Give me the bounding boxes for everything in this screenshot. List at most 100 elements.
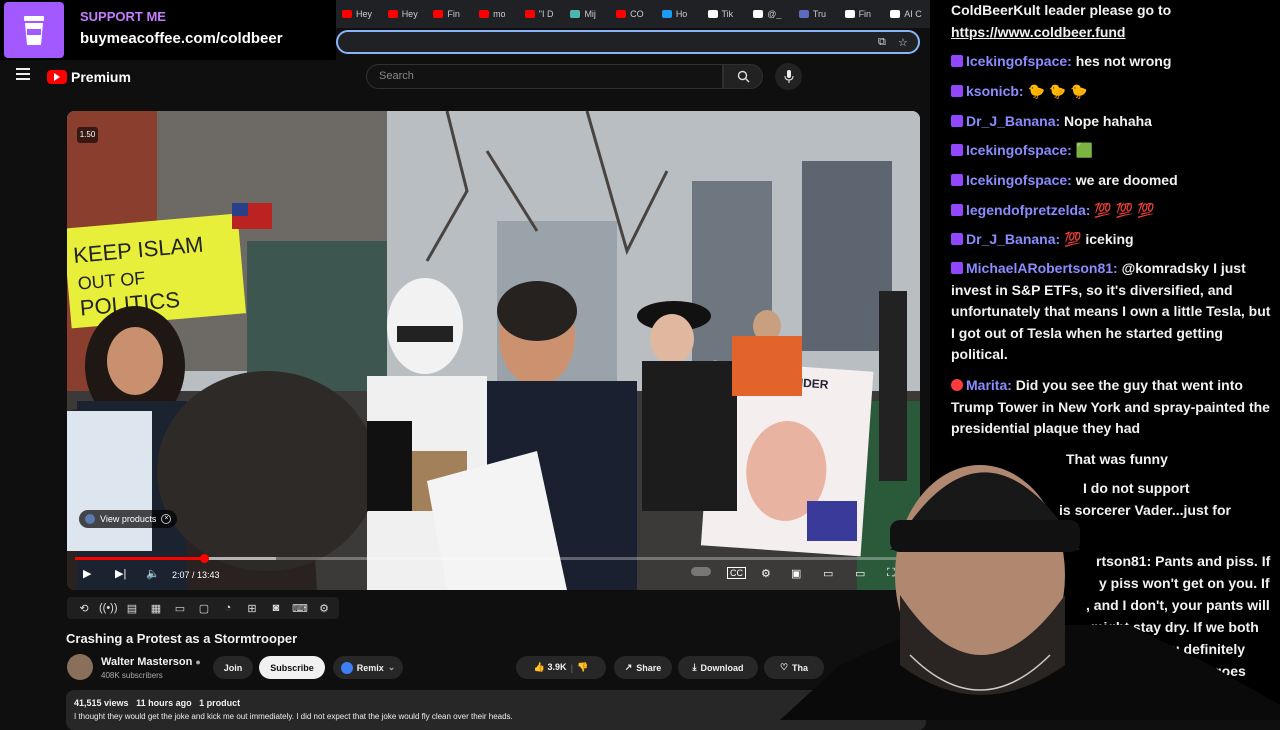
twitch-icon [951, 115, 963, 127]
tab-label: Hey [356, 9, 373, 19]
voice-search-button[interactable] [775, 63, 802, 90]
captions-icon[interactable]: CC [727, 567, 746, 579]
frame-icon[interactable]: ▭ [171, 602, 189, 615]
volume-icon[interactable]: 🔈 [146, 567, 160, 580]
chat-text: Nope hahaha [1064, 113, 1152, 129]
twitch-icon [951, 85, 963, 97]
logo-text: Premium [71, 69, 131, 85]
chat-message: ColdBeerKult leader please go to [951, 0, 1273, 22]
tab-label: "I D [538, 9, 554, 19]
twitch-icon [951, 144, 963, 156]
chat-text: we are doomed [1075, 172, 1178, 188]
subscribe-button[interactable]: Subscribe [259, 656, 325, 679]
chat-message: MichaelARobertson81: @komradsky I just i… [951, 258, 1273, 366]
calendar-icon[interactable]: ▦ [147, 602, 165, 615]
chat-text: 💯 💯 💯 [1094, 202, 1155, 218]
chat-link[interactable]: https://www.coldbeer.fund [951, 24, 1125, 40]
dislike-icon[interactable]: 👎 [577, 662, 588, 673]
browser-tab[interactable]: Tik [707, 9, 748, 19]
view-products-button[interactable]: View products × [79, 510, 178, 528]
video-title: Crashing a Protest as a Stormtrooper [66, 631, 298, 646]
chat-username: Dr_J_Banana: [966, 113, 1065, 129]
browser-tab[interactable]: Hey [342, 9, 382, 19]
twitch-icon [951, 174, 963, 186]
browser-tab[interactable]: mo [479, 9, 519, 19]
download-label: Download [700, 662, 744, 673]
browser-tab[interactable]: AI C [890, 9, 930, 19]
like-button[interactable]: 👍 3.9K [534, 662, 567, 673]
browser-tab[interactable]: Mij [570, 9, 610, 19]
chat-message: Dr_J_Banana: 💯 iceking [951, 229, 1273, 251]
scrubber-handle[interactable] [199, 554, 209, 563]
camera-icon[interactable]: ◙ [267, 602, 285, 614]
tab-favicon-icon [570, 10, 581, 18]
browser-tab[interactable]: Fin [433, 9, 473, 19]
bookmark-star-icon[interactable]: ☆ [898, 36, 908, 49]
channel-name[interactable]: Walter Masterson ● [101, 656, 201, 668]
like-count: 3.9K [547, 662, 567, 672]
browser-tab[interactable]: CO [616, 9, 656, 19]
tab-label: CO [630, 9, 644, 19]
youtube-premium-logo[interactable]: Premium [47, 69, 131, 85]
settings-gear-icon[interactable]: ⚙ [761, 567, 771, 580]
join-button[interactable]: Join [213, 656, 253, 679]
share-button[interactable]: ↗ Share [614, 656, 672, 679]
chat-text: 🐤 🐤 🐤 [1027, 83, 1088, 99]
search-button[interactable] [723, 64, 763, 89]
clip-icon[interactable]: ▢ [195, 602, 213, 615]
tab-label: AI C [904, 9, 922, 19]
loop-icon[interactable]: ⟲ [75, 602, 93, 615]
tab-label: mo [493, 9, 506, 19]
tab-label: Tru [812, 9, 827, 19]
chat-username: Icekingofspace: [966, 172, 1076, 188]
chat-username: ksonicb: [966, 83, 1028, 99]
chat-username: Marita: [966, 377, 1016, 393]
coffee-cup-icon [4, 2, 64, 58]
tab-label: Fin [447, 9, 460, 19]
browser-tab[interactable]: "I D [524, 9, 565, 19]
tab-favicon-icon [753, 10, 764, 18]
chat-text: hes not wrong [1075, 53, 1172, 69]
browser-tab[interactable]: Tru [798, 9, 839, 19]
autoplay-toggle[interactable] [691, 567, 711, 579]
menu-icon[interactable] [16, 68, 30, 82]
browser-tab[interactable]: Ho [661, 9, 702, 19]
keyboard-icon[interactable]: ⌨ [291, 602, 309, 615]
twitch-icon [951, 262, 963, 274]
settings-icon[interactable]: ⚙ [315, 602, 333, 615]
remix-button[interactable]: Remix ⌄ [333, 656, 403, 679]
product-count: 1 product [199, 698, 241, 708]
browser-tab[interactable]: Hey [387, 9, 428, 19]
chat-message: Icekingofspace: we are doomed [951, 170, 1273, 192]
webcam-feed [780, 465, 1280, 720]
time-display: 2:07 / 13:43 [172, 570, 220, 580]
channel-avatar[interactable] [67, 654, 93, 680]
install-app-icon[interactable]: ⧉ [878, 36, 886, 49]
audio-wave-icon[interactable]: ((•)) [99, 602, 118, 614]
chat-text: ColdBeerKult leader please go to [951, 2, 1172, 18]
add-icon[interactable]: ⊞ [243, 602, 261, 615]
tab-label: Tik [721, 9, 734, 19]
tab-favicon-icon [616, 10, 627, 18]
tab-label: Ho [675, 9, 688, 19]
chat-username: Icekingofspace: [966, 53, 1076, 69]
playback-speed-badge: 1.50 [77, 127, 98, 143]
tab-favicon-icon [844, 10, 855, 18]
speed-gauge-icon[interactable]: ◔ [219, 602, 237, 614]
chat-message: https://www.coldbeer.fund [951, 22, 1273, 44]
browser-tab[interactable]: Fin [844, 9, 885, 19]
support-url[interactable]: buymeacoffee.com/coldbeer [80, 30, 283, 47]
share-label: Share [636, 662, 662, 673]
search-input[interactable]: Search [366, 64, 723, 89]
played-bar [75, 557, 204, 560]
close-icon[interactable]: × [161, 514, 172, 524]
tab-label: Fin [858, 9, 872, 19]
next-icon[interactable]: ▶| [115, 567, 126, 580]
screenshot-icon[interactable]: ▤ [123, 602, 141, 615]
play-icon[interactable]: ▶ [83, 567, 91, 580]
address-bar[interactable]: ⧉ ☆ [336, 30, 920, 54]
support-label: SUPPORT ME [80, 9, 166, 24]
browser-tab[interactable]: @_ [753, 9, 793, 19]
streamer-webcam [780, 425, 1280, 720]
download-button[interactable]: ⤓ Download [678, 656, 758, 679]
